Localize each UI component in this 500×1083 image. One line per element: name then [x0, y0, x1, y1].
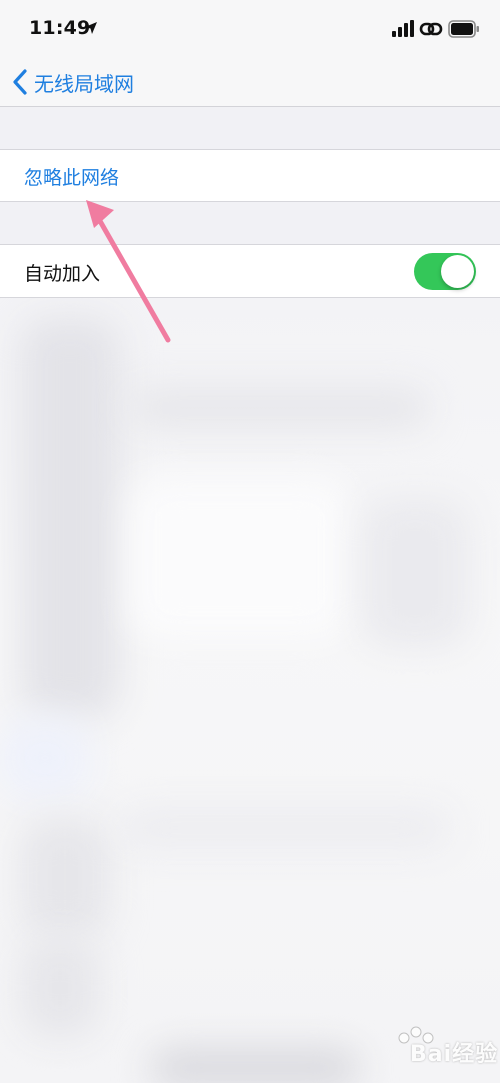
blurred-block [130, 478, 350, 638]
blurred-content-area [0, 298, 500, 1083]
blurred-block [0, 718, 90, 798]
link-icon [419, 22, 443, 36]
chevron-left-icon [13, 69, 27, 95]
blurred-block [20, 818, 110, 938]
blurred-block [150, 1048, 360, 1083]
blurred-block [120, 808, 450, 848]
auto-join-toggle[interactable] [414, 253, 476, 290]
status-bar: 11:49 [0, 0, 500, 58]
status-time: 11:49 [29, 17, 91, 39]
signal-icon [392, 20, 414, 37]
back-button-label: 无线局域网 [34, 71, 134, 96]
battery-icon [448, 20, 479, 38]
navigation-bar: 无线局域网 [0, 58, 500, 107]
blurred-block [360, 498, 470, 648]
forget-network-row[interactable]: 忽略此网络 [0, 149, 500, 202]
watermark-text: Bai经验 [410, 1042, 499, 1067]
forget-network-label[interactable]: 忽略此网络 [24, 163, 119, 190]
blurred-block [20, 318, 120, 718]
blurred-block [20, 938, 100, 1038]
location-arrow-icon [85, 22, 97, 34]
back-button[interactable]: 无线局域网 [12, 64, 134, 100]
annotation-arrow [86, 200, 171, 343]
toggle-knob [441, 255, 474, 288]
blurred-block [130, 388, 430, 428]
auto-join-row: 自动加入 [0, 244, 500, 298]
